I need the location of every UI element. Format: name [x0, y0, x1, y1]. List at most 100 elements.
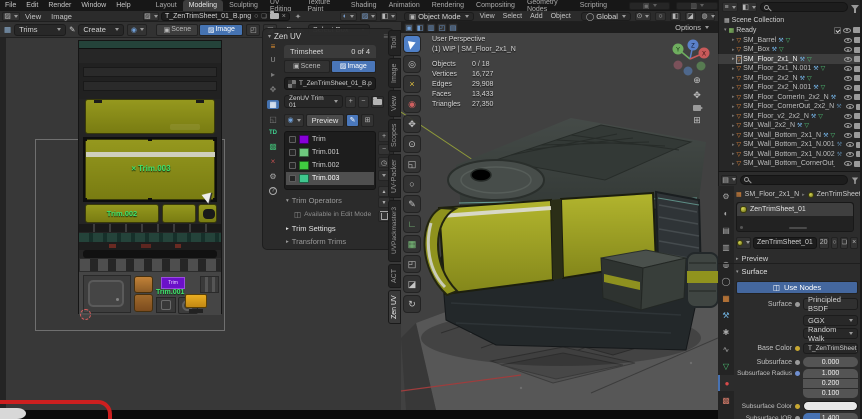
trimsheet-mode-icon[interactable]: ≡ [271, 42, 276, 51]
menu-help[interactable]: Help [111, 2, 135, 9]
shading-sphere-button[interactable]: ◍ [701, 12, 715, 21]
sidebar-tab-tool[interactable]: Tool [388, 30, 401, 56]
image-datablock[interactable]: T_ZenTrimSheet_01_B.png ○ ❏ × [161, 12, 290, 21]
outliner-collection-ready[interactable]: ▾ ▦ Ready [718, 25, 862, 35]
tab-world[interactable]: ◯ [718, 273, 734, 289]
unlink-material-button[interactable]: × [850, 237, 858, 249]
transform-mode-icon[interactable]: ✥ [270, 85, 277, 94]
eye-icon[interactable] [844, 114, 852, 119]
outliner-item-selected[interactable]: ▸▽SM_Floor_2x1_N⚒▽ [718, 54, 862, 64]
breadcrumb-material[interactable]: ZenTrimSheet_01 [817, 191, 862, 198]
eye-icon[interactable] [844, 38, 852, 43]
mode-transfer-icon-1[interactable]: ▣ [404, 23, 414, 32]
outliner-item[interactable]: ▸▽SM_Floor_2x2_N⚒▽ [718, 73, 862, 83]
eye-icon[interactable] [844, 133, 852, 138]
eye-icon[interactable] [844, 85, 852, 90]
outliner-item[interactable]: ▸▽SM_Barrel⚒▽ [718, 35, 862, 45]
zen-uv-panel-header[interactable]: ▾ Zen UV ≡ [263, 29, 393, 43]
workspace-tab-rendering[interactable]: Rendering [426, 0, 470, 11]
draw-trim-button[interactable]: ✎ [346, 114, 359, 127]
create-dropdown[interactable]: Create [78, 24, 124, 36]
remove-preset-button[interactable]: − [358, 96, 369, 108]
trim-color-swatch[interactable] [299, 161, 309, 170]
workspace-tab-uv-editing[interactable]: UV Editing [264, 0, 302, 11]
orientation-dropdown[interactable]: ◯Global [581, 12, 631, 21]
mode-transfer-icon-2[interactable]: ◧ [415, 23, 425, 32]
view-transform-button[interactable]: ◧ [380, 12, 397, 21]
unwrap-mode-icon[interactable]: U [270, 57, 275, 64]
trim-color-swatch[interactable] [299, 148, 309, 157]
mode-transfer-icon-4[interactable]: ◰ [437, 23, 447, 32]
display-options-button[interactable]: ◉ [284, 114, 304, 127]
zen-image-toggle[interactable]: ▨Image [331, 60, 377, 73]
navigation-gizmo[interactable]: Y Z X [668, 37, 712, 79]
tool-move-x[interactable]: × [403, 75, 421, 93]
properties-filter-icon[interactable] [852, 178, 858, 182]
outliner-item[interactable]: ▸▽SM_Wall_Bottom_2x1_N.002⚒ [718, 149, 862, 159]
workspace-tab-geometry-nodes[interactable]: Geometry Nodes [521, 0, 574, 11]
filter-mode-button[interactable]: ◧ [741, 2, 757, 12]
tab-output[interactable]: ▤ [718, 222, 734, 238]
eye-icon[interactable] [844, 66, 852, 71]
workspace-tab-sculpting[interactable]: Sculpting [223, 0, 264, 11]
use-nodes-button[interactable]: ◫ Use Nodes [736, 281, 858, 294]
trim-checkbox[interactable] [289, 136, 296, 143]
outliner-item[interactable]: ▸▽SM_Floor_2x1_N.001⚒▽ [718, 64, 862, 74]
material-slot-selected[interactable]: ZenTrimSheet_01 [737, 203, 853, 216]
sidebar-tab-scopes[interactable]: Scopes [388, 119, 401, 152]
checker-mode-icon[interactable]: ▩ [269, 142, 277, 151]
trim-color-swatch[interactable] [299, 174, 309, 183]
properties-editor-type[interactable]: ▤ [721, 175, 737, 185]
eye-icon[interactable] [844, 161, 852, 166]
preview-button[interactable]: Preview [306, 114, 344, 127]
sidebar-tab-image[interactable]: Image [388, 58, 401, 88]
viewlayer-selector[interactable]: ▥ [676, 2, 718, 10]
tab-modifiers[interactable]: ⚒ [718, 307, 734, 323]
material-name-field[interactable]: ZenTrimSheet_01 [753, 237, 817, 249]
seams-mode-icon[interactable]: × [271, 157, 276, 166]
sidebar-tab-act[interactable]: ACT [388, 264, 401, 288]
vp-menu-add[interactable]: Add [528, 13, 544, 20]
tool-annotate[interactable]: ○ [403, 175, 421, 193]
uv-menu-image[interactable]: Image [46, 12, 77, 21]
outliner-item[interactable]: ▸▽SM_Floor_CornerOut_2x2_N⚒ [718, 102, 862, 112]
panel-mode-icon[interactable]: ▦ [267, 100, 279, 109]
sidebar-tab-uv-packer[interactable]: UV-Packer [388, 154, 401, 198]
tool-add-cube[interactable]: ▦ [403, 235, 421, 253]
sidebar-tab-uvpackmaster3[interactable]: UVPackmaster3 [388, 200, 401, 262]
eye-icon[interactable] [843, 28, 851, 33]
menu-file[interactable]: File [0, 2, 21, 9]
tool-measure[interactable]: ∟ [403, 215, 421, 233]
outliner-item[interactable]: ▸▽SM_Floor_2x2_N.001⚒▽ [718, 83, 862, 93]
outliner-item[interactable]: ▸▽SM_Floor_CornerIn_2x2_N⚒ [718, 92, 862, 102]
trim-list-item[interactable]: Trim.001 [286, 146, 374, 159]
trim-list-item[interactable]: Trim [286, 133, 374, 146]
surface-shader-field[interactable]: Principled BSDF [803, 298, 858, 310]
viewport-canvas[interactable]: ◎ × ◉ ✥ ⊙ ◱ ○ ✎ ∟ ▦ ◰ ◪ ↻ User Perspecti… [401, 33, 718, 410]
eye-icon[interactable] [844, 76, 852, 81]
eye-icon[interactable] [846, 104, 854, 109]
subsurface-method-dropdown[interactable]: Random Walk [803, 328, 858, 339]
workspace-tab-layout[interactable]: Layout [150, 0, 183, 11]
outliner-item[interactable]: ▸▽SM_Wall_2x2_N⚒▽ [718, 121, 862, 131]
radius-x-slider[interactable]: 1.000 [803, 369, 858, 378]
menu-render[interactable]: Render [43, 2, 76, 9]
radius-z-slider[interactable]: 0.100 [803, 389, 858, 398]
tool-bevel[interactable]: ◪ [403, 275, 421, 293]
outliner-search[interactable] [760, 2, 848, 12]
workspace-tab-scripting[interactable]: Scripting [574, 0, 613, 11]
menu-window[interactable]: Window [76, 2, 111, 9]
trim-list-item-selected[interactable]: Trim.003 [286, 172, 374, 185]
surface-section[interactable]: ▾ Surface [736, 266, 858, 277]
pan-icon[interactable]: ✥ [693, 90, 701, 101]
help-icon[interactable]: ? [269, 187, 277, 195]
tab-tool[interactable]: ⚙ [718, 188, 734, 204]
subsurface-slider[interactable]: 0.000 [803, 357, 858, 367]
eye-icon[interactable] [844, 95, 852, 100]
options-dropdown[interactable]: Options [671, 23, 713, 32]
tool-transform[interactable]: ◱ [403, 155, 421, 173]
trim002-region[interactable]: Trim.002 [85, 204, 159, 223]
trim-operators-section[interactable]: ▾ Trim Operators [286, 196, 386, 205]
trim-checkbox[interactable] [289, 149, 296, 156]
tab-physics[interactable]: ∿ [718, 341, 734, 357]
